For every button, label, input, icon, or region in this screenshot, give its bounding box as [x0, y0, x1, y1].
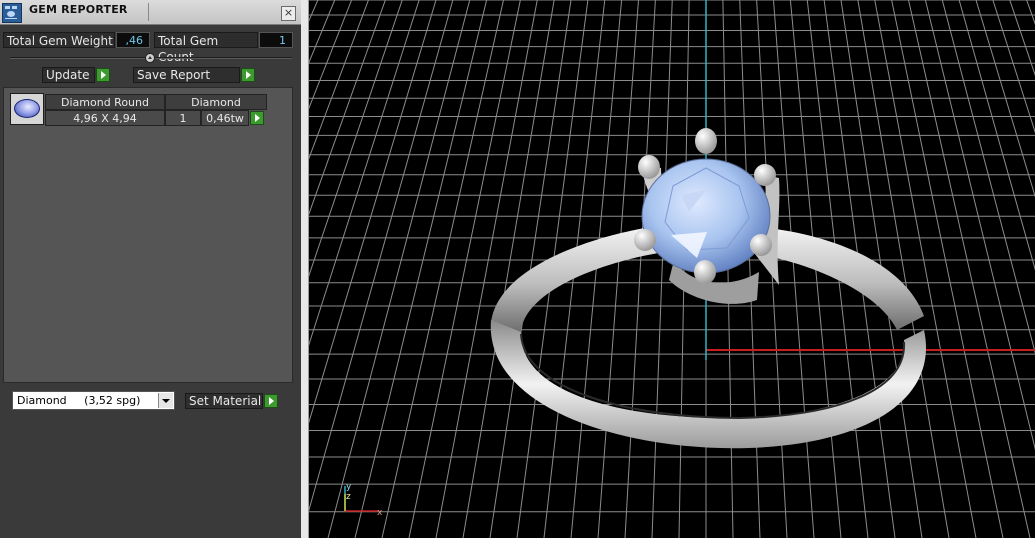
save-report-button[interactable]: Save Report — [133, 67, 240, 83]
gem-type-header: Diamond — [165, 94, 267, 110]
total-gem-weight-label: Total Gem Weight — [3, 32, 115, 48]
triad-x-label: x — [377, 508, 383, 518]
gem-row-go-arrow-icon[interactable] — [250, 111, 264, 125]
gem-shape-header: Diamond Round — [45, 94, 165, 110]
material-selected-value: Diamond (3,52 spg) — [17, 394, 141, 407]
update-go-arrow-icon[interactable] — [96, 68, 110, 82]
gem-thumbnail[interactable] — [10, 93, 44, 125]
total-gem-weight-value: ,46 — [116, 32, 150, 48]
gem-count-cell: 1 — [165, 110, 201, 126]
triad-y-label: y — [346, 482, 352, 492]
gem-list — [3, 87, 293, 383]
set-material-go-arrow-icon[interactable] — [264, 394, 278, 408]
ring-model — [490, 128, 927, 449]
gem-reporter-panel: GEM REPORTER × Total Gem Weight ,46 Tota… — [0, 0, 301, 538]
panel-splitter[interactable] — [301, 0, 309, 538]
triad-z-label: z — [346, 492, 351, 502]
collapse-knob-icon[interactable] — [145, 53, 155, 63]
save-report-go-arrow-icon[interactable] — [241, 68, 255, 82]
gem-size-cell: 4,96 X 4,94 — [45, 110, 165, 126]
round-diamond-icon — [14, 99, 40, 118]
title-separator — [148, 3, 149, 21]
update-button[interactable]: Update — [42, 67, 95, 83]
close-button[interactable]: × — [281, 6, 296, 21]
chevron-down-icon[interactable] — [158, 393, 173, 408]
material-select[interactable]: Diamond (3,52 spg) — [12, 391, 175, 410]
window-title: GEM REPORTER — [29, 3, 128, 16]
title-bar: GEM REPORTER × — [0, 0, 301, 25]
set-material-button[interactable]: Set Material — [185, 393, 263, 409]
3d-viewport[interactable]: y z x — [309, 0, 1035, 538]
gem-weight-cell: 0,46tw — [201, 110, 249, 126]
gem-reporter-app-icon — [2, 3, 22, 23]
total-gem-count-label: Total Gem Count — [154, 32, 258, 64]
viewport-canvas: y z x — [309, 0, 1035, 538]
total-gem-count-value: 1 — [259, 32, 293, 48]
